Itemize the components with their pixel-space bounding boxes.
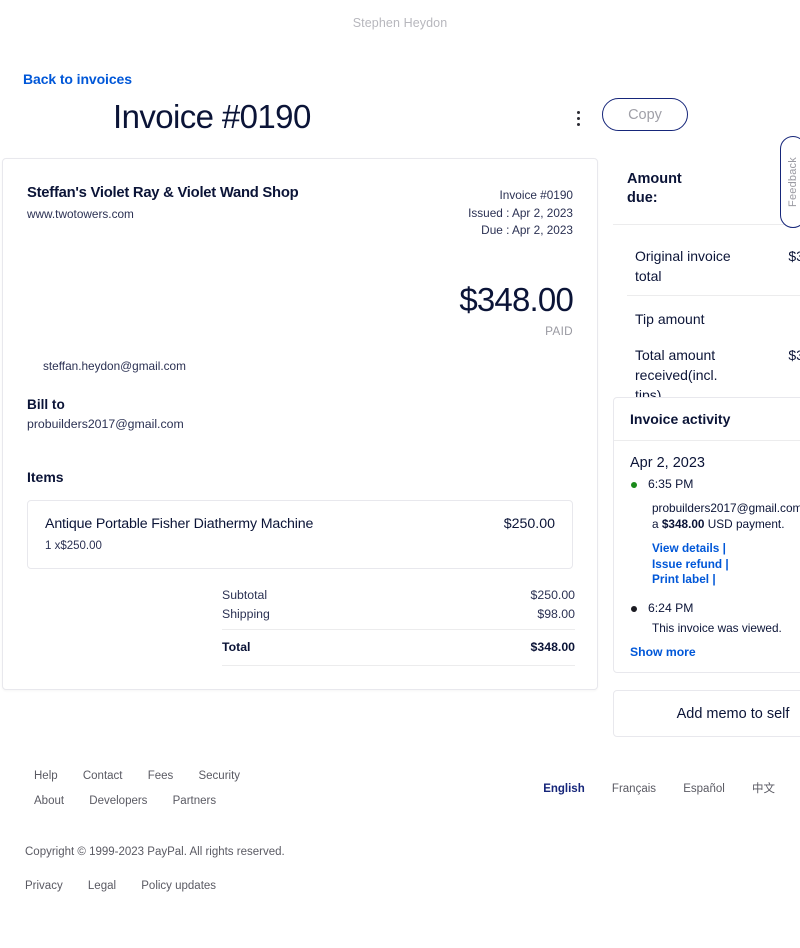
activity-text-after: USD payment. bbox=[704, 516, 785, 531]
footer-link-legal[interactable]: Legal bbox=[88, 880, 116, 892]
items-label: Items bbox=[27, 469, 64, 485]
language-espanol[interactable]: Español bbox=[683, 783, 725, 795]
footer-link-about[interactable]: About bbox=[34, 795, 64, 807]
activity-date: Apr 2, 2023 bbox=[630, 455, 705, 471]
copyright-text: Copyright © 1999-2023 PayPal. All rights… bbox=[25, 846, 285, 858]
breakdown-row-original-total: Original invoice total $348.00 bbox=[627, 239, 800, 295]
invoice-card: Steffan's Violet Ray & Violet Wand Shop … bbox=[2, 158, 598, 690]
invoice-issued-date: Issued : Apr 2, 2023 bbox=[468, 205, 573, 220]
totals-value: $250.00 bbox=[530, 588, 575, 602]
more-vertical-icon[interactable] bbox=[572, 104, 584, 132]
view-details-link[interactable]: View details bbox=[652, 541, 719, 555]
status-dot-icon bbox=[631, 482, 637, 488]
invoice-activity-body: Apr 2, 2023 6:35 PM probuilders2017@gmai… bbox=[614, 441, 800, 672]
link-separator: | bbox=[719, 541, 726, 555]
breakdown-label: Original invoice total bbox=[635, 248, 731, 284]
footer-link-developers[interactable]: Developers bbox=[89, 795, 147, 807]
footer-link-security[interactable]: Security bbox=[198, 770, 240, 782]
footer-link-help[interactable]: Help bbox=[34, 770, 58, 782]
invoice-activity-title: Invoice activity bbox=[614, 398, 800, 441]
grand-total-value: $348.00 bbox=[530, 640, 575, 654]
dot bbox=[576, 116, 580, 120]
account-name: Stephen Heydon bbox=[352, 16, 448, 30]
invoice-detail-page: Stephen Heydon Back to invoices Invoice … bbox=[0, 0, 800, 948]
totals-label: Subtotal bbox=[222, 588, 268, 602]
language-english[interactable]: English bbox=[543, 783, 585, 795]
bill-to-label: Bill to bbox=[27, 397, 65, 412]
footer-links-row-1: Help Contact Fees Security bbox=[34, 770, 262, 782]
activity-entry-payment: 6:35 PM probuilders2017@gmail.com made a… bbox=[630, 475, 800, 588]
link-separator: | bbox=[722, 556, 729, 571]
feedback-tab[interactable]: Feedback bbox=[780, 136, 800, 228]
breakdown-value: $348.00 bbox=[788, 347, 800, 363]
link-separator: | bbox=[709, 572, 716, 586]
breakdown-row-tip-amount: Tip amount $0.00 bbox=[627, 295, 800, 338]
breakdown-value: $348.00 bbox=[788, 248, 800, 264]
footer-links: Help Contact Fees Security About Develop… bbox=[34, 770, 262, 820]
totals-block: Subtotal $250.00 Shipping $98.00 Total $… bbox=[222, 586, 575, 666]
footer-links-row-2: About Developers Partners bbox=[34, 795, 262, 807]
invoice-activity-card: Invoice activity Apr 2, 2023 6:35 PM pro… bbox=[613, 397, 800, 673]
totals-row: Shipping $98.00 bbox=[222, 605, 575, 624]
title-row: Invoice #0190 Copy bbox=[0, 96, 706, 140]
payer-email: steffan.heydon@gmail.com bbox=[43, 359, 186, 373]
breakdown-label: Tip amount bbox=[635, 311, 705, 327]
invoice-meta: Invoice #0190 Issued : Apr 2, 2023 Due :… bbox=[468, 187, 573, 240]
activity-entry-viewed: 6:24 PM This invoice was viewed. bbox=[630, 599, 800, 635]
status-badge: PAID bbox=[545, 324, 573, 338]
page-title: Invoice #0190 bbox=[113, 98, 311, 135]
activity-time: 6:35 PM bbox=[648, 477, 694, 491]
print-label-link[interactable]: Print label bbox=[652, 572, 709, 586]
amount-due-label: Amount due: bbox=[627, 171, 682, 206]
activity-description: probuilders2017@gmail.com made a $348.00… bbox=[652, 501, 800, 532]
invoice-number: Invoice #0190 bbox=[499, 188, 573, 202]
line-item-row: Antique Portable Fisher Diathermy Machin… bbox=[27, 500, 573, 569]
breakdown-label: Total amount received(incl. tips) bbox=[635, 347, 718, 403]
invoice-due-date: Due : Apr 2, 2023 bbox=[481, 223, 573, 237]
footer-legal-links: Privacy Legal Policy updates bbox=[25, 880, 238, 892]
footer-link-policy-updates[interactable]: Policy updates bbox=[141, 880, 216, 892]
grand-total-label: Total bbox=[222, 640, 251, 654]
activity-links: View details | Issue refund | Print labe… bbox=[652, 541, 800, 588]
language-francais[interactable]: Français bbox=[612, 783, 656, 795]
back-to-invoices-link[interactable]: Back to invoices bbox=[23, 71, 132, 87]
amount-summary-panel: Amount due: $0.0 Original invoice total … bbox=[613, 158, 800, 428]
totals-divider bbox=[222, 665, 575, 666]
footer-link-privacy[interactable]: Privacy bbox=[25, 880, 63, 892]
copy-button[interactable]: Copy bbox=[602, 98, 688, 131]
add-memo-button[interactable]: Add memo to self bbox=[613, 690, 800, 737]
footer-link-partners[interactable]: Partners bbox=[173, 795, 216, 807]
invoice-amount: $348.00 bbox=[459, 281, 573, 318]
invoice-amount-block: $348.00 PAID bbox=[27, 281, 573, 338]
dot bbox=[576, 122, 580, 126]
activity-time: 6:24 PM bbox=[648, 600, 694, 615]
activity-description: This invoice was viewed. bbox=[652, 620, 782, 635]
totals-row: Subtotal $250.00 bbox=[222, 586, 575, 605]
line-item-name: Antique Portable Fisher Diathermy Machin… bbox=[45, 516, 314, 532]
footer-link-fees[interactable]: Fees bbox=[148, 770, 174, 782]
issue-refund-link[interactable]: Issue refund bbox=[652, 557, 722, 571]
merchant-row: Steffan's Violet Ray & Violet Wand Shop … bbox=[27, 185, 573, 249]
show-more-link[interactable]: Show more bbox=[630, 645, 800, 659]
language-selector: English Français Español 中文 bbox=[519, 780, 775, 796]
amount-due-row: Amount due: $0.0 bbox=[613, 158, 800, 224]
activity-amount: $348.00 bbox=[661, 516, 705, 531]
status-dot-icon bbox=[631, 605, 637, 612]
bill-to-email: probuilders2017@gmail.com bbox=[27, 417, 184, 431]
line-item-quantity: 1 x$250.00 bbox=[45, 540, 102, 552]
top-bar: Stephen Heydon bbox=[0, 0, 800, 46]
totals-label: Shipping bbox=[222, 607, 270, 621]
language-chinese[interactable]: 中文 bbox=[752, 783, 775, 795]
line-item-price: $250.00 bbox=[503, 516, 555, 532]
totals-value: $98.00 bbox=[537, 607, 575, 621]
footer-link-contact[interactable]: Contact bbox=[83, 770, 123, 782]
grand-total-row: Total $348.00 bbox=[222, 629, 575, 657]
feedback-label: Feedback bbox=[787, 157, 800, 207]
dot bbox=[576, 110, 580, 114]
